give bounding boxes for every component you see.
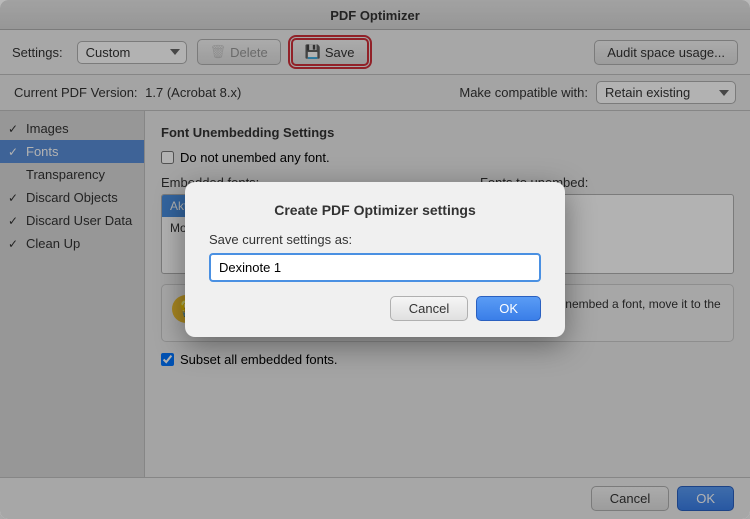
dialog-cancel-button[interactable]: Cancel [390, 296, 468, 321]
main-window: PDF Optimizer Settings: Custom 🗑 Delete … [0, 0, 750, 519]
dialog-buttons: Cancel OK [209, 296, 541, 321]
dialog-ok-button[interactable]: OK [476, 296, 541, 321]
dialog-name-input[interactable] [209, 253, 541, 282]
dialog-overlay: Create PDF Optimizer settings Save curre… [0, 0, 750, 519]
dialog-title: Create PDF Optimizer settings [209, 202, 541, 218]
dialog: Create PDF Optimizer settings Save curre… [185, 182, 565, 337]
dialog-prompt-label: Save current settings as: [209, 232, 541, 247]
